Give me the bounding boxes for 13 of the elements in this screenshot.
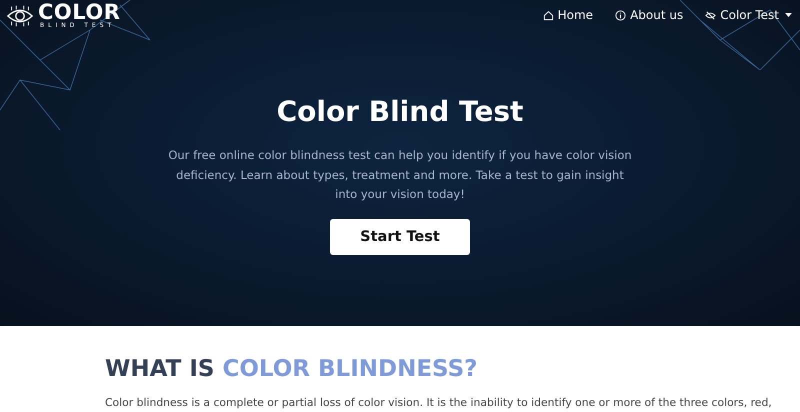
eye-slash-icon	[705, 10, 716, 20]
section-paragraph: Color blindness is a complete or partial loss of color vision. It is the inability to identify one or more of the three colors, red,	[105, 396, 773, 409]
info-icon	[615, 10, 626, 20]
eye-icon	[6, 4, 34, 28]
nav-link[interactable]: About us	[615, 8, 684, 22]
start-test-button[interactable]: Start Test	[330, 218, 470, 254]
logo-title[interactable]: COLOR	[38, 2, 120, 23]
home-icon	[542, 10, 554, 20]
hero-title: Color Blind Test	[276, 95, 524, 128]
nav-link[interactable]: Home	[542, 8, 594, 22]
nav-link[interactable]: Color Test	[705, 8, 792, 22]
hero-description: Our free online color blindness test can help you identify if you have color vision deficiency. Learn about types, treatment and more. Take a test to gain insight into your vision today!	[167, 147, 633, 203]
section-heading: WHAT IS COLOR BLINDNESS?	[105, 356, 478, 382]
